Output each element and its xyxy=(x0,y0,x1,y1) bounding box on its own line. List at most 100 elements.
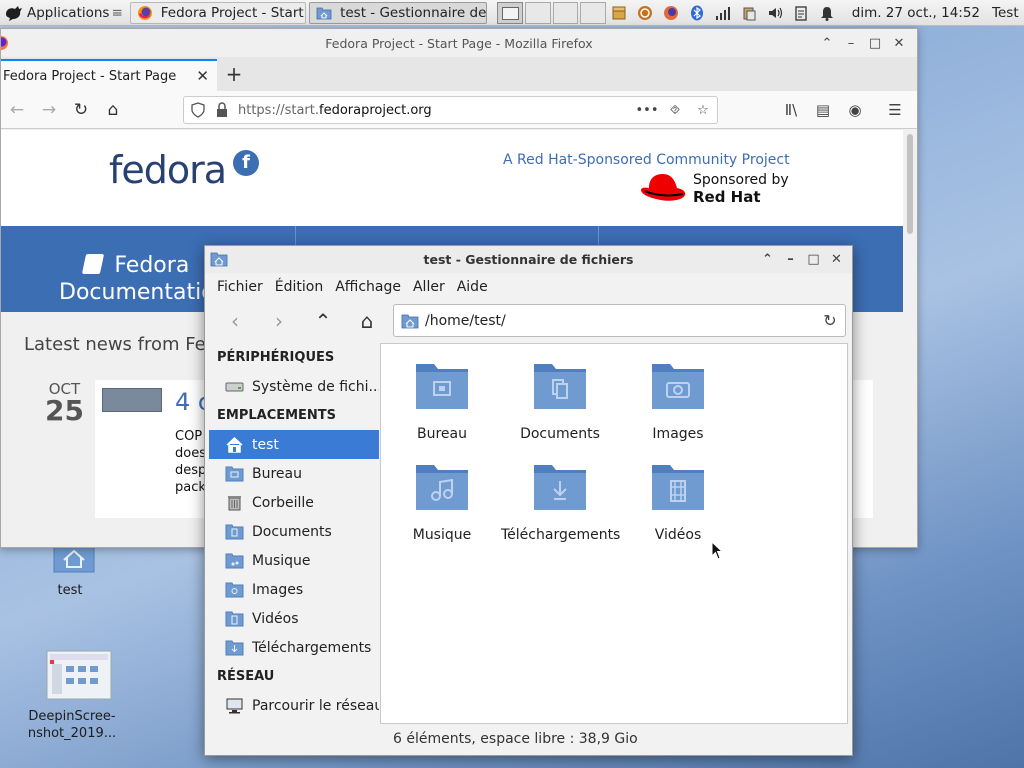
firefox-tray-icon[interactable] xyxy=(663,5,679,21)
update-icon[interactable] xyxy=(637,5,653,21)
sidebar-item-videos[interactable]: Vidéos xyxy=(209,604,379,633)
clipboard-icon[interactable] xyxy=(741,5,757,21)
reload-icon[interactable]: ↻ xyxy=(815,311,845,330)
clock[interactable]: dim. 27 oct., 14:52 xyxy=(852,5,980,21)
sidebar-item-telechargements[interactable]: Téléchargements xyxy=(209,633,379,662)
sidebar-item-documents[interactable]: Documents xyxy=(209,517,379,546)
sidebar-item-label: Parcourir le réseau xyxy=(252,697,379,714)
hamburger-menu-icon[interactable]: ☰ xyxy=(879,101,911,119)
forward-chevron-icon[interactable]: › xyxy=(257,309,301,333)
fedora-logo-text[interactable]: fedora xyxy=(109,148,227,192)
back-chevron-icon[interactable]: ‹ xyxy=(213,309,257,333)
news-day: 25 xyxy=(45,394,84,427)
location-bar[interactable]: /home/test/ ↻ xyxy=(393,304,846,337)
folder-music-icon xyxy=(416,465,468,510)
battery-notes-icon[interactable] xyxy=(793,5,809,21)
workspace-1[interactable] xyxy=(497,1,523,24)
url-bar[interactable]: https://start. fedoraproject.org ••• ⯑ ☆ xyxy=(183,96,718,124)
folder-item-bureau[interactable]: Bureau xyxy=(383,360,501,442)
scrollbar-thumb[interactable] xyxy=(907,134,913,234)
mouse-pointer-icon xyxy=(711,541,723,560)
fedora-header: fedora f A Red Hat-Sponsored Community P… xyxy=(1,130,904,226)
sidebar-item-network[interactable]: Parcourir le réseau xyxy=(209,691,379,720)
account-icon[interactable]: ◉ xyxy=(839,101,871,119)
notification-bell-icon[interactable] xyxy=(819,5,835,21)
window-maximize-icon[interactable]: □ xyxy=(863,36,887,51)
forward-arrow-icon[interactable]: → xyxy=(33,100,65,120)
window-shade-icon[interactable]: ⌃ xyxy=(756,252,779,267)
sidebar-item-filesystem[interactable]: Système de fichi... xyxy=(209,372,379,401)
user-menu[interactable]: Test xyxy=(992,5,1022,21)
reload-icon[interactable]: ↻ xyxy=(65,100,97,120)
sidebar-item-corbeille[interactable]: Corbeille xyxy=(209,488,379,517)
new-tab-plus-icon[interactable]: + xyxy=(217,59,251,91)
tab-fedora-start-page[interactable]: Fedora Project - Start Page ✕ xyxy=(1,59,217,91)
window-close-icon[interactable]: ✕ xyxy=(887,36,911,51)
workspace-2[interactable] xyxy=(524,1,551,24)
taskbar-item-file-manager[interactable]: test - Gestionnaire de ... xyxy=(309,1,488,24)
menu-affichage[interactable]: Affichage xyxy=(329,279,407,295)
page-scrollbar[interactable] xyxy=(903,130,917,547)
sidebar-item-bureau[interactable]: Bureau xyxy=(209,459,379,488)
status-bar: 6 éléments, espace libre : 38,9 Gio xyxy=(393,731,638,747)
sidebar-item-test[interactable]: test xyxy=(209,430,379,459)
applications-menu-button[interactable]: Applications ≡ xyxy=(0,0,127,26)
home-icon[interactable]: ⌂ xyxy=(345,309,389,333)
menu-fichier[interactable]: Fichier xyxy=(211,279,269,295)
fedora-tagline[interactable]: A Red Hat-Sponsored Community Project xyxy=(503,152,790,168)
news-excerpt: COP does desp pack xyxy=(175,428,206,496)
window-close-icon[interactable]: ✕ xyxy=(825,252,848,267)
window-maximize-icon[interactable]: □ xyxy=(802,252,825,267)
icon-view[interactable]: Bureau Documents Images Musique Téléchar… xyxy=(380,343,848,724)
volume-icon[interactable] xyxy=(767,5,783,21)
folder-item-images[interactable]: Images xyxy=(619,360,737,442)
sponsor-text[interactable]: Sponsored by Red Hat xyxy=(693,172,789,207)
folder-item-telechargements[interactable]: Téléchargements xyxy=(501,461,620,543)
folder-pictures-icon xyxy=(652,364,704,409)
network-signal-icon[interactable] xyxy=(715,5,731,21)
shield-icon[interactable] xyxy=(184,102,212,118)
taskbar-item-firefox[interactable]: Fedora Project - Start P... xyxy=(129,1,307,24)
window-shade-icon[interactable]: ⌃ xyxy=(815,36,839,51)
applications-separator: ≡ xyxy=(111,4,123,21)
fedora-documentation-link[interactable]: Fedora Documentatio xyxy=(59,252,215,306)
sidebar-icon[interactable]: ▤ xyxy=(807,101,839,119)
folder-item-videos[interactable]: Vidéos xyxy=(619,461,737,543)
folder-item-musique[interactable]: Musique xyxy=(383,461,501,543)
menu-edition[interactable]: Édition xyxy=(269,279,329,295)
lock-icon[interactable] xyxy=(212,102,232,118)
drive-icon xyxy=(225,382,244,392)
sidebar-item-images[interactable]: Images xyxy=(209,575,379,604)
workspace-4[interactable] xyxy=(580,1,606,24)
tab-close-icon[interactable]: ✕ xyxy=(196,67,209,85)
pocket-icon[interactable]: ⯑ xyxy=(661,103,689,118)
folder-downloads-icon xyxy=(534,465,586,510)
menu-aller[interactable]: Aller xyxy=(407,279,451,295)
window-minimize-icon[interactable]: – xyxy=(839,36,863,51)
bookmark-star-icon[interactable]: ☆ xyxy=(689,103,717,118)
sidebar-item-label: Vidéos xyxy=(252,610,299,627)
news-excerpt-line: desp xyxy=(175,463,207,478)
sidebar-item-label: Téléchargements xyxy=(252,639,372,656)
folder-videos-icon xyxy=(652,465,704,510)
folder-desktop-icon xyxy=(225,466,244,482)
home-icon[interactable]: ⌂ xyxy=(97,100,129,120)
bluetooth-icon[interactable] xyxy=(689,5,705,21)
menu-aide[interactable]: Aide xyxy=(451,279,494,295)
parent-folder-chevron-up-icon[interactable]: ⌃ xyxy=(301,309,345,333)
sidebar-section-header: PÉRIPHÉRIQUES xyxy=(217,350,335,365)
sidebar-item-label: Documents xyxy=(252,523,332,540)
sponsor-line-1: Sponsored by xyxy=(693,172,789,188)
library-icon[interactable]: Ⅱ\ xyxy=(775,101,807,119)
file-manager-titlebar[interactable]: test - Gestionnaire de fichiers ⌃ – □ ✕ xyxy=(205,246,852,273)
desktop-icon-screenshot[interactable]: DeepinScree- nshot_2019... xyxy=(24,650,120,742)
back-arrow-icon[interactable]: ← xyxy=(1,100,33,120)
page-actions-icon[interactable]: ••• xyxy=(633,103,661,118)
firefox-titlebar[interactable]: Fedora Project - Start Page - Mozilla Fi… xyxy=(1,29,917,57)
doc-line-1: Fedora xyxy=(114,253,190,278)
folder-item-documents[interactable]: Documents xyxy=(501,360,619,442)
package-icon[interactable] xyxy=(611,5,627,21)
sidebar-item-musique[interactable]: Musique xyxy=(209,546,379,575)
workspace-3[interactable] xyxy=(552,1,579,24)
window-minimize-icon[interactable]: – xyxy=(779,252,802,267)
